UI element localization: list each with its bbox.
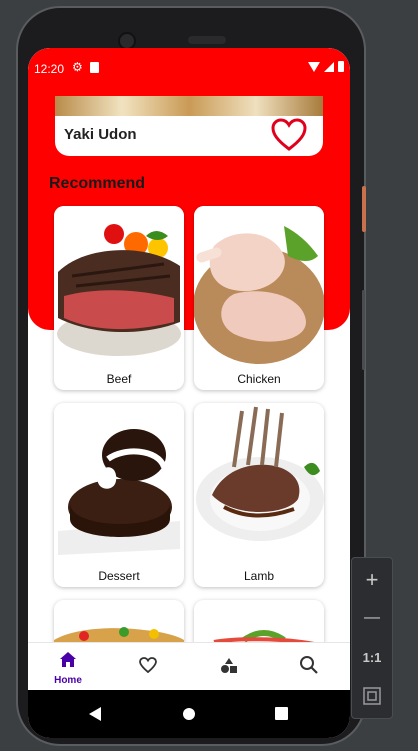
heart-icon [139,657,157,673]
category-tile-lamb[interactable]: Lamb [194,403,324,587]
featured-name: Yaki Udon [64,126,137,143]
category-tile-dessert[interactable]: Dessert [54,403,184,587]
sd-card-icon [90,62,99,73]
lamb-image [194,403,324,563]
featured-card[interactable]: Yaki Udon [55,96,323,156]
nav-categories[interactable] [189,643,269,691]
zoom-in-button[interactable]: + [352,562,392,598]
category-label: Chicken [237,372,281,386]
nav-search[interactable] [269,643,349,691]
recents-icon[interactable] [275,707,288,720]
back-icon[interactable] [88,706,102,722]
beef-image [54,206,184,366]
status-time: 12:20 [34,62,65,76]
emulator-zoom-panel: + — 1:1 [351,557,393,719]
signal-icon [324,61,334,72]
fit-screen-button[interactable] [352,678,392,714]
chicken-image [194,206,324,366]
fit-screen-icon [363,687,381,705]
home-icon [60,652,76,667]
category-tile-chicken[interactable]: Chicken [194,206,324,390]
home-button-icon[interactable] [182,707,196,721]
wifi-icon [308,61,320,72]
nav-favorites[interactable] [108,643,188,691]
zoom-out-button[interactable]: — [352,600,392,636]
dessert-image [54,403,184,563]
battery-icon [338,61,344,72]
shapes-icon [221,658,237,673]
search-icon [300,656,318,674]
actual-size-button[interactable]: 1:1 [352,640,392,676]
featured-image [55,96,323,116]
nav-home-label: Home [54,675,82,686]
favorite-heart-icon[interactable] [271,118,307,152]
category-tile-beef[interactable]: Beef [54,206,184,390]
power-button[interactable] [362,186,366,232]
nav-home[interactable]: Home [28,643,108,691]
category-label: Beef [106,372,132,386]
app-screen: 12:20 ⚙ Yaki Udon Recommend Beef Chicken… [28,48,350,738]
earpiece [188,36,226,44]
category-label: Dessert [98,569,140,583]
settings-status-icon: ⚙ [72,60,83,74]
volume-button[interactable] [362,290,365,370]
section-title: Recommend [49,175,146,192]
bottom-navigation: Home [28,642,350,691]
system-navigation-bar [28,690,350,738]
category-label: Lamb [243,569,275,583]
status-bar: 12:20 ⚙ [28,48,350,88]
